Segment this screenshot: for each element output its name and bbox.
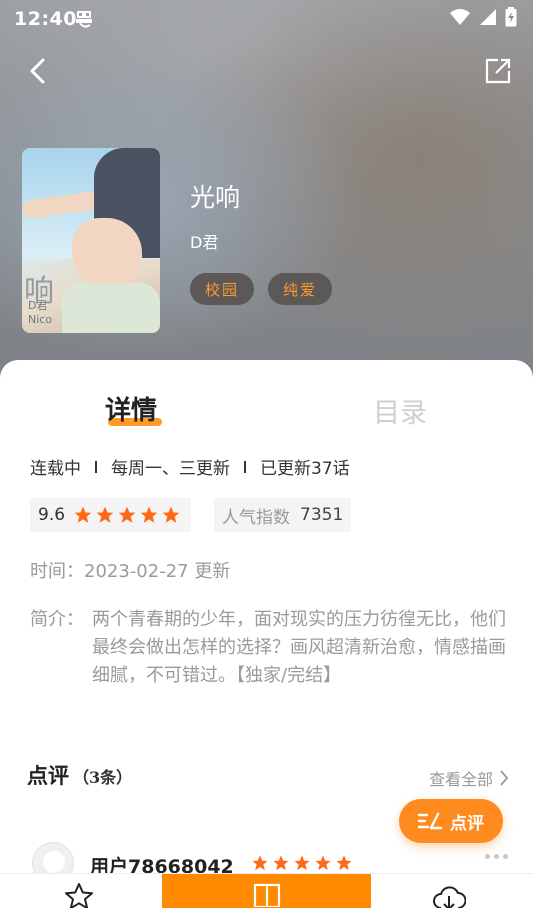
meta-line: 连载中 每周一、三更新 已更新37话 — [30, 454, 350, 479]
star-icon — [252, 855, 268, 871]
time-label: 时间： — [30, 561, 84, 582]
write-review-button[interactable]: 点评 — [399, 799, 503, 843]
view-all-link[interactable]: 查看全部 — [429, 766, 509, 790]
review-stars — [251, 854, 353, 872]
comic-title: 光响 — [190, 183, 241, 212]
reviews-title: 点评 — [27, 763, 69, 788]
star-outline-icon — [65, 883, 93, 908]
tab-toc[interactable]: 目录 — [373, 391, 427, 430]
tag-campus[interactable]: 校园 — [190, 273, 255, 305]
update-schedule: 每周一、三更新 — [111, 459, 230, 479]
episode-count: 已更新37话 — [260, 459, 350, 479]
reviews-header: 点评 （3条） — [27, 760, 132, 790]
battery-icon — [505, 7, 517, 27]
reviews-count: （3条） — [73, 768, 133, 787]
wifi-icon — [450, 9, 470, 25]
comic-author[interactable]: D君 — [190, 229, 218, 253]
edit-icon — [418, 812, 442, 830]
star-icon — [140, 506, 158, 523]
favorite-button[interactable] — [64, 882, 94, 908]
tag-pure-love[interactable]: 纯爱 — [268, 273, 333, 305]
divider — [95, 460, 97, 473]
star-icon — [96, 506, 114, 523]
comic-cover[interactable]: 响 D君 Nico — [22, 148, 160, 333]
chevron-right-icon — [500, 770, 509, 786]
serial-status: 连载中 — [30, 459, 81, 479]
status-time: 12:40 — [14, 8, 77, 30]
more-options-button[interactable] — [485, 854, 508, 859]
star-icon — [294, 855, 310, 871]
status-icons — [449, 7, 517, 27]
synopsis-text: 两个青春期的少年，面对现实的压力彷徨无比，他们最终会做出怎样的选择？画风超清新治… — [92, 609, 506, 686]
star-icon — [273, 855, 289, 871]
tab-detail[interactable]: 详情 — [105, 390, 157, 427]
popularity-value: 7351 — [300, 505, 344, 525]
download-button[interactable] — [432, 884, 467, 908]
share-icon — [485, 58, 511, 84]
signal-icon — [480, 9, 496, 25]
star-icon — [118, 506, 136, 523]
popularity-box: 人气指数 7351 — [214, 498, 352, 532]
star-icon — [74, 506, 92, 523]
view-all-label: 查看全部 — [428, 770, 493, 789]
share-button[interactable] — [483, 56, 513, 86]
cloud-download-icon — [433, 886, 467, 908]
divider — [244, 460, 246, 473]
rating-score: 9.6 — [38, 505, 66, 525]
notification-icon — [76, 11, 92, 28]
rating-box: 9.6 — [30, 498, 192, 532]
chevron-left-icon — [30, 58, 45, 84]
tab-bar: 详情 目录 — [0, 390, 533, 430]
star-icon — [315, 855, 331, 871]
star-icon — [162, 506, 180, 523]
tag-list: 校园 纯爱 — [190, 273, 333, 305]
status-bar: 12:40 — [0, 0, 533, 36]
synopsis: 简介： 两个青春期的少年，面对现实的压力彷徨无比，他们最终会做出怎样的选择？画风… — [30, 606, 515, 690]
update-time: 时间：2023-02-27 更新 — [30, 557, 230, 583]
bottom-action-bar — [0, 873, 533, 908]
popularity-label: 人气指数 — [222, 507, 290, 528]
rating-stars — [73, 505, 181, 525]
read-button[interactable] — [162, 874, 371, 908]
star-icon — [336, 855, 352, 871]
detail-sheet: 详情 目录 连载中 每周一、三更新 已更新37话 9.6 人气指数 7351 时… — [0, 360, 533, 908]
back-button[interactable] — [22, 56, 52, 86]
write-review-label: 点评 — [450, 813, 484, 834]
book-icon — [253, 883, 280, 907]
cover-credits: D君 Nico — [28, 299, 53, 326]
time-value: 2023-02-27 更新 — [84, 561, 231, 582]
synopsis-label: 简介： — [30, 609, 84, 630]
